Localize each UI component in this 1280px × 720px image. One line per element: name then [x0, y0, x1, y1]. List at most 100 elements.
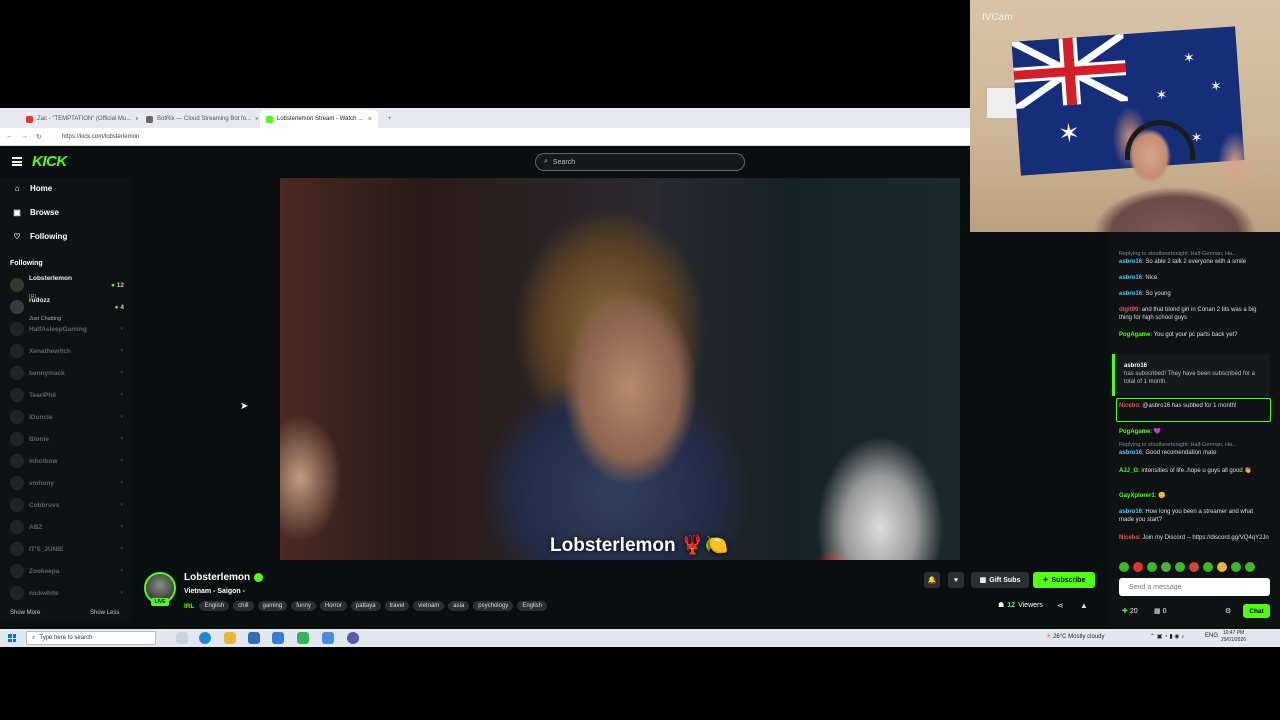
language-indicator[interactable]: ENG [1205, 633, 1218, 639]
emote-icon[interactable] [1189, 562, 1199, 572]
tag[interactable]: Horror [319, 601, 347, 611]
emote-icon[interactable] [1175, 562, 1185, 572]
report-icon[interactable]: ▲ [1080, 601, 1088, 610]
nav-browse[interactable]: ▣ Browse [12, 208, 59, 217]
tag[interactable]: vietnam [413, 601, 445, 611]
close-icon[interactable]: × [368, 116, 372, 123]
show-more-button[interactable]: Show More [10, 610, 40, 616]
channel-points[interactable]: ✚ 20 [1122, 607, 1138, 615]
chat-username[interactable]: asbro16 [1119, 291, 1142, 297]
tag[interactable]: funny [291, 601, 316, 611]
emote-icon[interactable] [1217, 562, 1227, 572]
url-field[interactable]: https://kick.com/lobsterlemon [62, 134, 139, 140]
emote-icon[interactable] [1203, 562, 1213, 572]
nav-label: Browse [30, 208, 59, 217]
gift-subs-button[interactable]: ▦ Gift Subs [971, 572, 1029, 588]
taskbar-clock[interactable]: 10:47 PM 29/01/2026 [1221, 630, 1246, 644]
following-item-rudozz[interactable]: rudozz Just Chatting ● 4 [10, 297, 124, 322]
following-item[interactable]: Xenathewitch ◐ [10, 342, 124, 360]
nav-home[interactable]: ⌂ Home [12, 184, 53, 193]
chat-username[interactable]: digit99 [1119, 307, 1138, 313]
browser-tab-1[interactable]: Zac - "TEMPTATION" (Official Mu... × [20, 110, 138, 128]
chat-username[interactable]: asbro16 [1124, 363, 1147, 369]
following-item[interactable]: nickwhite ◐ [10, 584, 124, 602]
chat-username[interactable]: asbro16 [1119, 509, 1142, 515]
emote-icon[interactable] [1245, 562, 1255, 572]
following-item[interactable]: mhotkow ◐ [10, 452, 124, 470]
follow-button[interactable]: ♥ [948, 572, 964, 588]
following-item[interactable]: TeariPhil ◐ [10, 386, 124, 404]
emote-icon[interactable] [1161, 562, 1171, 572]
edge-icon[interactable] [199, 632, 211, 644]
chrome-icon[interactable] [347, 632, 359, 644]
mail-icon[interactable] [272, 632, 284, 644]
chat-username[interactable]: AJJ_G [1119, 468, 1138, 474]
chat-username[interactable]: asbro16 [1119, 259, 1142, 265]
app-icon[interactable] [322, 632, 334, 644]
close-icon[interactable]: × [135, 116, 138, 123]
emote-icon[interactable] [1231, 562, 1241, 572]
task-view-icon[interactable] [176, 632, 188, 644]
category-link[interactable]: IRL [184, 603, 194, 610]
emote-icon[interactable] [1119, 562, 1129, 572]
chat-username[interactable]: asbro16 [1119, 275, 1142, 281]
tag[interactable]: asia [448, 601, 470, 611]
chat-send-button[interactable]: Chat [1243, 604, 1270, 618]
weather-widget[interactable]: ☀ 26°C Mostly cloudy [1046, 633, 1104, 640]
close-icon[interactable]: × [255, 116, 258, 123]
windows-start-icon[interactable] [8, 634, 16, 642]
video-player[interactable] [280, 178, 960, 560]
following-item[interactable]: HalfAsleepGaming ◐ [10, 320, 124, 338]
following-item[interactable]: iDuncle ◐ [10, 408, 124, 426]
chat-input[interactable]: Send a message [1119, 578, 1270, 596]
chat-username[interactable]: PogAgame [1119, 332, 1150, 338]
tag[interactable]: English [517, 601, 548, 611]
chat-settings-icon[interactable]: ⚙ [1225, 607, 1231, 615]
notification-bell-button[interactable]: 🔔 [924, 572, 940, 588]
tag[interactable]: pattaya [350, 601, 381, 611]
weather-text: 26°C Mostly cloudy [1053, 634, 1105, 640]
emote-icon[interactable] [1147, 562, 1157, 572]
forward-icon[interactable]: → [21, 133, 28, 140]
tag[interactable]: gaming [257, 601, 288, 611]
file-explorer-icon[interactable] [224, 632, 236, 644]
following-item[interactable]: vmhony ◐ [10, 474, 124, 492]
chat-message: Nicebo: Join my Discord -- https://disco… [1119, 535, 1269, 541]
obs-app-icon[interactable] [297, 632, 309, 644]
chat-username[interactable]: asbro16 [1119, 450, 1142, 456]
emote-icon[interactable] [1133, 562, 1143, 572]
chat-username[interactable]: Nicebo [1119, 535, 1139, 541]
subscription-notice-text: asbro16 has subscribed! They have been s… [1124, 362, 1264, 386]
chat-username[interactable]: GayXplorer1 [1119, 493, 1155, 499]
chat-username[interactable]: Nicebo [1119, 403, 1139, 409]
browser-tab-2[interactable]: BotRix — Cloud Streaming Bot fo... × [140, 110, 258, 128]
taskbar-search[interactable]: ⌕ Type here to search [26, 631, 156, 645]
reload-icon[interactable]: ↻ [36, 133, 42, 141]
show-less-button[interactable]: Show Less [90, 610, 119, 616]
share-icon[interactable]: ⋖ [1057, 601, 1064, 610]
following-item[interactable]: Zookeepa ◐ [10, 562, 124, 580]
browser-tab-3[interactable]: Lobsterlemon Stream - Watch ... × [260, 110, 378, 128]
following-item-lobsterlemon[interactable]: Lobsterlemon IRL ● 12 [10, 275, 124, 300]
tag[interactable]: English [199, 601, 230, 611]
following-item[interactable]: bennymack ◐ [10, 364, 124, 382]
subscribe-button[interactable]: ✦ Subscribe [1033, 572, 1095, 588]
nav-following[interactable]: ♡ Following [12, 232, 67, 241]
following-item[interactable]: Blonie ◐ [10, 430, 124, 448]
following-item[interactable]: ABZ ◐ [10, 518, 124, 536]
system-tray-icons[interactable]: ⌃ ▣ ◔ ▮ ◉ ♪ [1150, 633, 1184, 640]
store-icon[interactable] [248, 632, 260, 644]
gift-count[interactable]: ▦ 0 [1154, 607, 1166, 615]
tag[interactable]: psychology [473, 601, 514, 611]
channel-name[interactable]: Lobsterlemon [184, 572, 250, 583]
kick-logo[interactable]: KICK [32, 153, 67, 170]
back-icon[interactable]: ← [6, 133, 13, 140]
tag[interactable]: travel [384, 601, 410, 611]
new-tab-button[interactable]: + [382, 110, 398, 128]
following-item[interactable]: Cobbruvs ◐ [10, 496, 124, 514]
tag[interactable]: chill [233, 601, 254, 611]
chat-username[interactable]: PogAgame [1119, 429, 1150, 435]
menu-icon[interactable] [12, 157, 22, 166]
search-input[interactable]: ⌕ Search [535, 153, 745, 171]
following-item[interactable]: IT'S_JUNIE ◐ [10, 540, 124, 558]
